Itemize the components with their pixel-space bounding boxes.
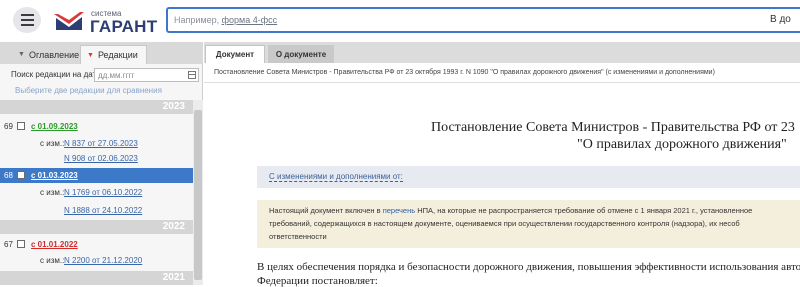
garant-logo[interactable]: система ГАРАНТ bbox=[53, 8, 163, 36]
notice-text: Настоящий документ включен в bbox=[269, 206, 383, 215]
tab-contents[interactable]: ▼ Оглавление bbox=[12, 45, 80, 64]
changes-link[interactable]: С изменениями и дополнениями от: bbox=[269, 172, 403, 182]
revision-number: 68 bbox=[4, 171, 13, 180]
year-header: 2022 bbox=[0, 220, 193, 234]
document-title-line1: Постановление Совета Министров - Правите… bbox=[431, 120, 795, 135]
hamburger-menu-button[interactable] bbox=[13, 7, 41, 33]
tab-revisions[interactable]: ▼ Редакции bbox=[80, 45, 147, 64]
revision-checkbox[interactable] bbox=[17, 171, 25, 179]
search-placeholder-example[interactable]: форма 4-фсс bbox=[222, 15, 278, 25]
search-placeholder-prefix: Например, bbox=[174, 15, 222, 25]
left-panel: ▼ Оглавление ▼ Редакции Поиск редакции н… bbox=[0, 42, 203, 285]
tab-about-document[interactable]: О документе bbox=[268, 45, 334, 63]
date-search-row: Поиск редакции на дату дд.мм.гггг bbox=[0, 66, 203, 84]
year-header: 2023 bbox=[0, 100, 193, 114]
change-row: N 908 от 02.06.2023 bbox=[0, 153, 193, 165]
search-scope-selector[interactable]: В до bbox=[770, 14, 791, 25]
triangle-down-gray-icon: ▼ bbox=[18, 51, 25, 58]
revision-row-selected[interactable]: 68 с 01.03.2023 bbox=[0, 168, 193, 183]
notice-text: НПА, на которые не распространяется треб… bbox=[415, 206, 753, 215]
document-path: Постановление Совета Министров - Правите… bbox=[214, 69, 715, 76]
revision-checkbox[interactable] bbox=[17, 122, 25, 130]
tab-revisions-label: Редакции bbox=[97, 50, 138, 60]
notice-line: требований, содержащихся в настоящем док… bbox=[269, 219, 740, 228]
change-row: N 1888 от 24.10.2022 bbox=[0, 205, 193, 217]
year-label: 2023 bbox=[162, 101, 185, 112]
top-header: система ГАРАНТ Например, форма 4-фсс В д… bbox=[0, 0, 800, 42]
change-link[interactable]: N 837 от 27.05.2023 bbox=[64, 139, 138, 148]
change-prefix: с изм.: bbox=[40, 256, 65, 265]
compare-hint: Выберите две редакции для сравнения bbox=[15, 86, 162, 95]
revision-row[interactable]: 67 с 01.01.2022 bbox=[0, 237, 193, 252]
changes-box: С изменениями и дополнениями от: bbox=[257, 166, 800, 188]
change-row: с изм.: N 1769 от 06.10.2022 bbox=[0, 187, 193, 199]
body-paragraph-line2: Федерации постановляет: bbox=[257, 275, 378, 287]
notice-box: Настоящий документ включен в перечень НП… bbox=[257, 200, 800, 248]
revision-number: 67 bbox=[4, 240, 13, 249]
revision-date-link[interactable]: с 01.09.2023 bbox=[31, 122, 78, 131]
change-link[interactable]: N 908 от 02.06.2023 bbox=[64, 154, 138, 163]
change-prefix: с изм.: bbox=[40, 139, 65, 148]
date-placeholder: дд.мм.гггг bbox=[98, 71, 135, 80]
document-panel: Документ О документе Постановление Совет… bbox=[204, 42, 800, 287]
date-search-input[interactable]: дд.мм.гггг bbox=[94, 68, 199, 82]
revision-row[interactable]: 69 с 01.09.2023 bbox=[0, 119, 193, 134]
tab-document[interactable]: Документ bbox=[205, 45, 265, 63]
notice-line: Настоящий документ включен в перечень НП… bbox=[269, 206, 752, 215]
triangle-down-red-icon: ▼ bbox=[87, 51, 94, 59]
garant-logo-icon bbox=[54, 12, 84, 30]
revision-date-link[interactable]: с 01.03.2023 bbox=[31, 171, 78, 180]
revisions-list: 2023 69 с 01.09.2023 с изм.: N 837 от 27… bbox=[0, 100, 193, 285]
revision-checkbox[interactable] bbox=[17, 240, 25, 248]
search-placeholder: Например, форма 4-фсс bbox=[174, 15, 277, 25]
document-title-line2: "О правилах дорожного движения" bbox=[577, 137, 787, 152]
change-row: с изм.: N 837 от 27.05.2023 bbox=[0, 138, 193, 150]
left-tabs-bar: ▼ Оглавление ▼ Редакции bbox=[0, 42, 203, 64]
document-tabs-bar: Документ О документе bbox=[204, 42, 800, 63]
year-label: 2022 bbox=[162, 221, 185, 232]
date-search-label: Поиск редакции на дату bbox=[11, 70, 101, 79]
search-input[interactable]: Например, форма 4-фсс В до bbox=[166, 7, 800, 33]
revision-number: 69 bbox=[4, 122, 13, 131]
change-link[interactable]: N 1888 от 24.10.2022 bbox=[64, 206, 142, 215]
year-label: 2021 bbox=[162, 272, 185, 283]
menu-bar-icon bbox=[20, 19, 34, 21]
menu-bar-icon bbox=[20, 24, 34, 26]
tab-contents-label: Оглавление bbox=[28, 49, 80, 60]
notice-line: ответственности bbox=[269, 232, 327, 241]
logo-title: ГАРАНТ bbox=[90, 17, 158, 36]
revisions-scrollbar[interactable] bbox=[193, 100, 203, 285]
change-link[interactable]: N 2200 от 21.12.2020 bbox=[64, 256, 142, 265]
year-header: 2021 bbox=[0, 271, 193, 285]
change-prefix: с изм.: bbox=[40, 188, 65, 197]
divider bbox=[204, 82, 800, 83]
menu-bar-icon bbox=[20, 14, 34, 16]
calendar-icon[interactable] bbox=[188, 71, 196, 79]
change-row: с изм.: N 2200 от 21.12.2020 bbox=[0, 255, 193, 267]
body-paragraph-line1: В целях обеспечения порядка и безопаснос… bbox=[257, 261, 800, 273]
revision-date-link[interactable]: с 01.01.2022 bbox=[31, 240, 78, 249]
scrollbar-thumb[interactable] bbox=[194, 110, 202, 280]
perechen-link[interactable]: перечень bbox=[383, 206, 415, 215]
change-link[interactable]: N 1769 от 06.10.2022 bbox=[64, 188, 142, 197]
